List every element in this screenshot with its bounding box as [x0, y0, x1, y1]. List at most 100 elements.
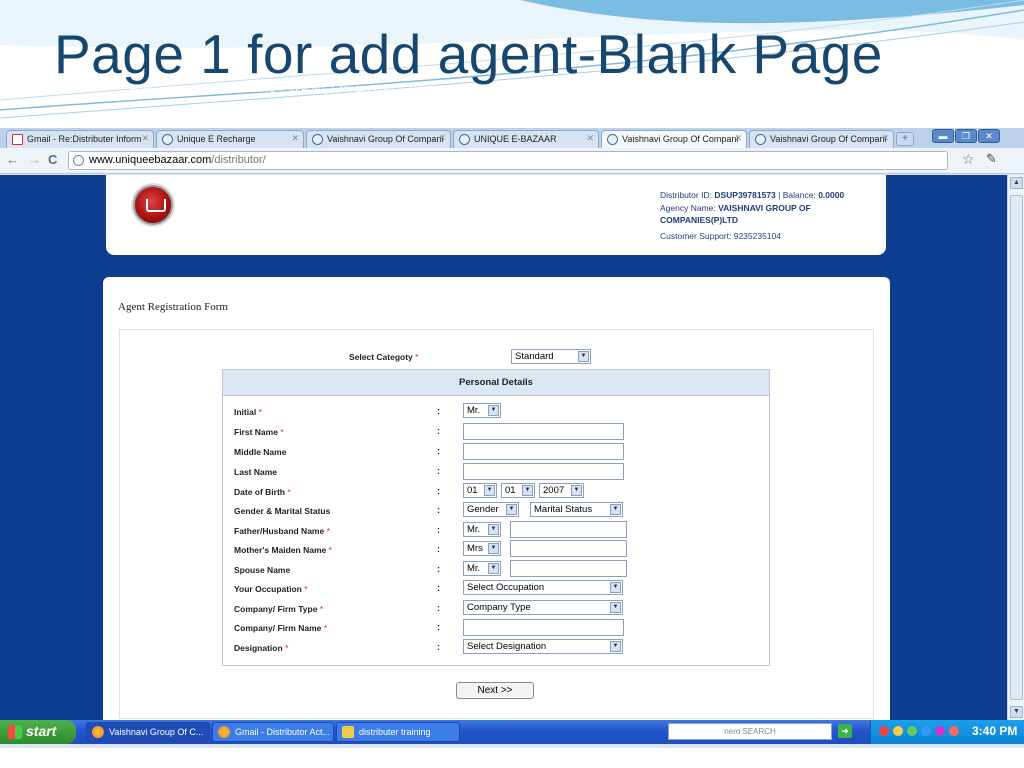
colon: : [437, 406, 440, 416]
close-icon[interactable]: ✕ [586, 133, 594, 144]
father-title-select[interactable]: Mr. ▼ [463, 522, 501, 537]
initial-select[interactable]: Mr. ▼ [463, 403, 501, 418]
required-mark: * [285, 643, 289, 653]
chevron-down-icon: ▼ [610, 602, 621, 613]
gender-select[interactable]: Gender ▼ [463, 502, 519, 517]
colon: : [437, 466, 440, 476]
new-tab-button[interactable]: + [896, 132, 914, 146]
taskbar-item-folder[interactable]: distributer training [336, 722, 460, 742]
marital-status-select[interactable]: Marital Status ▼ [530, 502, 623, 517]
url-path: /distributor/ [211, 154, 266, 166]
firm-name-input[interactable] [463, 619, 624, 636]
menu-item-my-profile[interactable]: MY PROFILE [171, 84, 225, 94]
dob-day-select[interactable]: 01 ▼ [463, 483, 497, 498]
spouse-title-select[interactable]: Mr. ▼ [463, 561, 501, 576]
chevron-down-icon: ▼ [610, 641, 621, 652]
middle-name-input[interactable] [463, 443, 624, 460]
next-button[interactable]: Next >> [456, 682, 534, 699]
dob-year-select[interactable]: 2007 ▼ [539, 483, 584, 498]
label-designation: Designation * [234, 643, 288, 653]
scrollbar-thumb[interactable] [1010, 195, 1023, 700]
category-select[interactable]: Standard ▼ [511, 349, 591, 364]
minimize-button[interactable]: ▬ [932, 129, 954, 143]
vertical-scrollbar[interactable]: ▲ ▼ [1007, 175, 1024, 720]
select-value: Mr. [467, 524, 481, 535]
address-bar[interactable]: www.uniqueebazaar.com/distributor/ [68, 151, 948, 170]
taskbar-item-vaishnavi[interactable]: Vaishnavi Group Of C... [86, 722, 210, 742]
tray-security-icon[interactable] [949, 726, 959, 736]
taskbar-item-gmail[interactable]: Gmail - Distributor Act... [212, 722, 334, 742]
close-icon[interactable]: ✕ [141, 133, 149, 144]
url-host: www.uniqueebazaar.com [89, 154, 212, 166]
tray-app-icon[interactable] [935, 726, 945, 736]
close-icon[interactable]: ✕ [291, 133, 299, 144]
close-window-button[interactable]: ✕ [978, 129, 1000, 143]
firm-type-select[interactable]: Company Type ▼ [463, 600, 623, 615]
menu-item-my-deposit[interactable]: MY DEPOSIT [340, 84, 395, 94]
scroll-down-icon[interactable]: ▼ [1010, 706, 1023, 718]
scroll-up-icon[interactable]: ▲ [1010, 177, 1023, 189]
label-text: Spouse Name [234, 565, 291, 575]
nero-search-box[interactable]: nero SEARCH [668, 723, 832, 740]
menu-item-agents[interactable]: AGENTS [238, 84, 275, 94]
forward-arrow-icon[interactable]: → [28, 152, 41, 167]
taskbar-clock[interactable]: 3:40 PM [972, 724, 1017, 738]
last-name-input[interactable] [463, 463, 624, 480]
windows-flag-icon [8, 725, 22, 739]
label-last-name: Last Name [234, 467, 277, 477]
tab-unique-recharge[interactable]: Unique E Recharge ✕ [156, 130, 304, 148]
label-first-name: First Name * [234, 427, 284, 437]
select-value: Company Type [467, 602, 531, 613]
tab-vaishnavi-active[interactable]: Vaishnavi Group Of Compani ✕ [601, 130, 747, 149]
colon: : [437, 426, 440, 436]
wrench-icon[interactable]: ✎ [986, 151, 997, 167]
chevron-down-icon: ▼ [610, 582, 621, 593]
menu-item-push-balance[interactable]: PUSH BALANCE TO AGENT [498, 84, 615, 94]
colon: : [437, 525, 440, 535]
mother-title-select[interactable]: Mrs ▼ [463, 541, 501, 556]
father-husband-name-input[interactable] [510, 521, 627, 538]
spouse-name-input[interactable] [510, 560, 627, 577]
mother-maiden-name-input[interactable] [510, 540, 627, 557]
main-menu: HOME | MY PROFILE | AGENTS | REPORT | MY… [130, 84, 618, 94]
bookmark-star-icon[interactable]: ☆ [962, 151, 975, 168]
label-spouse: Spouse Name [234, 565, 290, 575]
close-icon[interactable]: ✕ [438, 133, 446, 144]
select-value: Gender [467, 504, 499, 515]
back-arrow-icon[interactable]: ← [6, 152, 19, 167]
tray-network-icon[interactable] [921, 726, 931, 736]
tab-gmail[interactable]: Gmail - Re:Distributer Inform ✕ [6, 130, 154, 148]
maximize-button[interactable]: ❐ [955, 129, 977, 143]
required-mark: * [323, 623, 328, 633]
menu-separator: | [331, 84, 335, 94]
close-icon[interactable]: ✕ [881, 133, 889, 144]
start-button[interactable]: start [0, 720, 76, 744]
chevron-down-icon: ▼ [488, 524, 499, 535]
chevron-down-icon: ▼ [578, 351, 589, 362]
colon: : [437, 505, 440, 515]
first-name-input[interactable] [463, 423, 624, 440]
agency-label: Agency Name: [660, 202, 716, 213]
label-text: Company/ Firm Type [234, 604, 318, 614]
tray-app-icon[interactable] [907, 726, 917, 736]
menu-item-report[interactable]: REPORT [289, 84, 326, 94]
close-icon[interactable]: ✕ [734, 133, 742, 144]
designation-select[interactable]: Select Designation ▼ [463, 639, 623, 654]
label-father-husband: Father/Husband Name * [234, 526, 330, 536]
tab-unique-ebazaar[interactable]: UNIQUE E-BAZAAR ✕ [453, 130, 599, 148]
menu-item-home[interactable]: HOME [130, 84, 157, 94]
go-arrow-icon[interactable]: ➜ [838, 724, 852, 738]
tray-app-icon[interactable] [893, 726, 903, 736]
reload-icon[interactable]: C [48, 152, 57, 167]
label-initial: Initial * [234, 407, 262, 417]
select-value: 2007 [543, 485, 565, 496]
tab-vaishnavi-3[interactable]: Vaishnavi Group Of Compani ✕ [749, 130, 894, 148]
occupation-select[interactable]: Select Occupation ▼ [463, 580, 623, 595]
tab-vaishnavi-1[interactable]: Vaishnavi Group Of Compani ✕ [306, 130, 451, 148]
tray-app-icon[interactable] [879, 726, 889, 736]
sign-out-link[interactable]: SIGN OUT [838, 84, 879, 94]
shopping-cart-logo-icon[interactable] [133, 185, 173, 225]
dob-month-select[interactable]: 01 ▼ [501, 483, 535, 498]
menu-item-fund-transfer[interactable]: FUND TRANSFER [409, 84, 485, 94]
label-mother-maiden: Mother's Maiden Name * [234, 545, 332, 555]
